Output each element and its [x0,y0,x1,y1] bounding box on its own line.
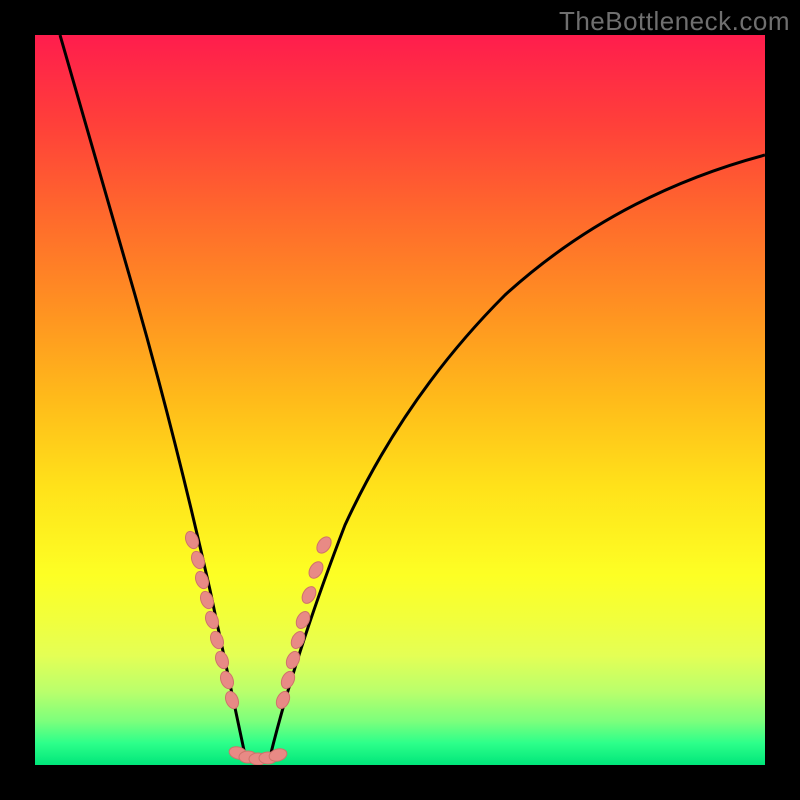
right-curve [270,155,765,757]
chart-frame: TheBottleneck.com [0,0,800,800]
chart-svg [35,35,765,765]
watermark-text: TheBottleneck.com [559,6,790,37]
chart-plot-area [35,35,765,765]
